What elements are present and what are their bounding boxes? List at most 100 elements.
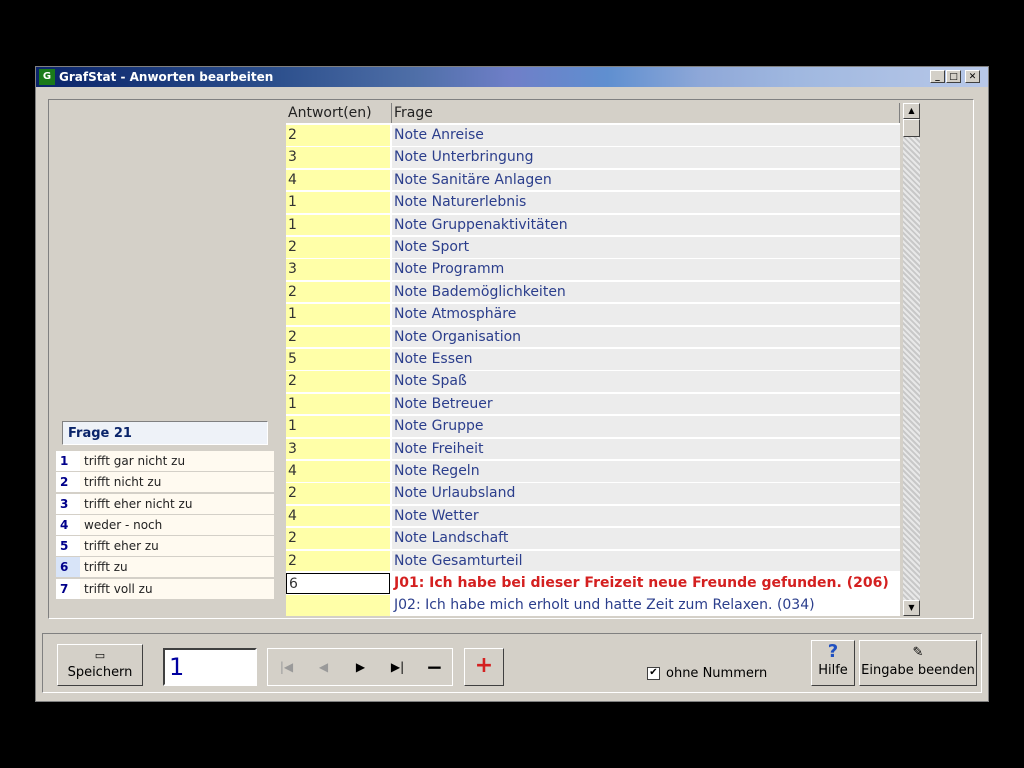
table-row[interactable]: 6 J01: Ich habe bei dieser Freizeit neue … bbox=[286, 573, 900, 595]
question-cell[interactable]: Note Bademöglichkeiten bbox=[392, 281, 900, 303]
vertical-scrollbar[interactable]: ▲ ▼ bbox=[903, 103, 920, 616]
add-record-button[interactable]: + bbox=[464, 648, 504, 686]
first-record-button[interactable]: |◀ bbox=[268, 649, 305, 685]
question-cell[interactable]: Note Freiheit bbox=[392, 438, 900, 460]
checkbox-icon[interactable]: ✔ bbox=[647, 667, 660, 680]
question-cell[interactable]: Note Atmosphäre bbox=[392, 304, 900, 325]
answer-cell[interactable]: 2 bbox=[286, 550, 390, 572]
answer-cell[interactable]: 1 bbox=[286, 304, 390, 325]
title-bar[interactable]: G GrafStat - Anworten bearbeiten _ □ ✕ bbox=[36, 67, 988, 87]
record-number-input[interactable]: 1 bbox=[163, 648, 257, 686]
question-cell[interactable]: Note Wetter bbox=[392, 505, 900, 527]
question-cell[interactable]: Note Urlaubsland bbox=[392, 483, 900, 504]
answer-cell[interactable]: 2 bbox=[286, 371, 390, 392]
maximize-button[interactable]: □ bbox=[946, 70, 961, 83]
last-record-button[interactable]: ▶| bbox=[379, 649, 416, 685]
question-cell[interactable]: Note Spaß bbox=[392, 371, 900, 392]
answer-cell[interactable]: 4 bbox=[286, 505, 390, 527]
scroll-down-icon[interactable]: ▼ bbox=[903, 600, 920, 616]
answer-cell[interactable] bbox=[286, 595, 390, 616]
finish-input-button[interactable]: ✎ Eingabe beenden bbox=[859, 640, 977, 686]
table-row[interactable]: 2 Note Sport bbox=[286, 237, 900, 259]
answer-option[interactable]: 1 trifft gar nicht zu bbox=[56, 451, 274, 471]
minimize-button[interactable]: _ bbox=[930, 70, 945, 83]
answer-cell[interactable]: 1 bbox=[286, 393, 390, 415]
question-cell[interactable]: J02: Ich habe mich erholt und hatte Zeit… bbox=[392, 595, 900, 616]
close-button[interactable]: ✕ bbox=[965, 70, 980, 83]
question-cell[interactable]: Note Betreuer bbox=[392, 393, 900, 415]
answer-cell[interactable]: 2 bbox=[286, 281, 390, 303]
next-record-button[interactable]: ▶ bbox=[342, 649, 379, 685]
table-row[interactable]: 4 Note Sanitäre Anlagen bbox=[286, 169, 900, 192]
table-row[interactable]: 3 Note Freiheit bbox=[286, 438, 900, 461]
question-cell[interactable]: Note Essen bbox=[392, 349, 900, 370]
header-question[interactable]: Frage bbox=[392, 103, 900, 123]
previous-record-button[interactable]: ◀ bbox=[305, 649, 342, 685]
answer-option[interactable]: 4 weder - noch bbox=[56, 514, 274, 535]
answer-option[interactable]: 5 trifft eher zu bbox=[56, 536, 274, 557]
delete-record-button[interactable]: − bbox=[416, 649, 453, 685]
table-row[interactable]: 2 Note Landschaft bbox=[286, 528, 900, 550]
answer-cell[interactable]: 1 bbox=[286, 192, 390, 213]
question-cell[interactable]: Note Unterbringung bbox=[392, 147, 900, 168]
answer-cell[interactable]: 2 bbox=[286, 237, 390, 258]
answer-cell[interactable]: 1 bbox=[286, 416, 390, 437]
answer-option[interactable]: 2 trifft nicht zu bbox=[56, 472, 274, 493]
answer-cell[interactable]: 2 bbox=[286, 326, 390, 348]
question-cell[interactable]: Note Gruppenaktivitäten bbox=[392, 214, 900, 236]
answer-cell[interactable]: 4 bbox=[286, 461, 390, 482]
table-row[interactable]: 2 Note Gesamturteil bbox=[286, 550, 900, 573]
table-row[interactable]: 2 Note Bademöglichkeiten bbox=[286, 281, 900, 304]
record-navigator: |◀ ◀ ▶ ▶| − bbox=[267, 648, 453, 686]
answer-option-label: trifft gar nicht zu bbox=[84, 454, 186, 468]
answers-grid[interactable]: Antwort(en) Frage 2 Note Anreise 3 Note Unt… bbox=[286, 103, 900, 616]
table-row[interactable]: 3 Note Programm bbox=[286, 259, 900, 281]
question-cell[interactable]: Note Programm bbox=[392, 259, 900, 280]
table-row[interactable]: 3 Note Unterbringung bbox=[286, 147, 900, 169]
table-row[interactable]: 4 Note Regeln bbox=[286, 461, 900, 483]
question-cell[interactable]: J01: Ich habe bei dieser Freizeit neue F… bbox=[392, 573, 900, 594]
table-row[interactable]: 2 Note Anreise bbox=[286, 125, 900, 147]
answer-cell[interactable]: 5 bbox=[286, 349, 390, 370]
question-cell[interactable]: Note Landschaft bbox=[392, 528, 900, 549]
table-row[interactable]: 1 Note Gruppenaktivitäten bbox=[286, 214, 900, 237]
question-cell[interactable]: Note Regeln bbox=[392, 461, 900, 482]
answer-option[interactable]: 3 trifft eher nicht zu bbox=[56, 493, 274, 514]
answer-cell[interactable]: 1 bbox=[286, 214, 390, 236]
help-button-label: Hilfe bbox=[818, 663, 848, 678]
answer-cell[interactable]: 3 bbox=[286, 147, 390, 168]
question-cell[interactable]: Note Gesamturteil bbox=[392, 550, 900, 572]
table-row[interactable]: J02: Ich habe mich erholt und hatte Zeit… bbox=[286, 595, 900, 616]
answer-cell[interactable]: 2 bbox=[286, 528, 390, 549]
answer-cell[interactable]: 6 bbox=[286, 573, 390, 594]
answer-cell[interactable]: 2 bbox=[286, 125, 390, 146]
answer-cell[interactable]: 4 bbox=[286, 169, 390, 191]
table-row[interactable]: 2 Note Spaß bbox=[286, 371, 900, 393]
question-cell[interactable]: Note Organisation bbox=[392, 326, 900, 348]
header-answers[interactable]: Antwort(en) bbox=[286, 103, 392, 123]
table-row[interactable]: 1 Note Atmosphäre bbox=[286, 304, 900, 326]
table-row[interactable]: 1 Note Naturerlebnis bbox=[286, 192, 900, 214]
table-row[interactable]: 2 Note Organisation bbox=[286, 326, 900, 349]
scroll-up-icon[interactable]: ▲ bbox=[903, 103, 920, 119]
table-row[interactable]: 1 Note Gruppe bbox=[286, 416, 900, 438]
question-cell[interactable]: Note Sport bbox=[392, 237, 900, 258]
answer-cell[interactable]: 3 bbox=[286, 438, 390, 460]
question-cell[interactable]: Note Gruppe bbox=[392, 416, 900, 437]
question-cell[interactable]: Note Sanitäre Anlagen bbox=[392, 169, 900, 191]
help-button[interactable]: ? Hilfe bbox=[811, 640, 855, 686]
question-cell[interactable]: Note Anreise bbox=[392, 125, 900, 146]
scroll-thumb[interactable] bbox=[903, 119, 920, 137]
table-row[interactable]: 4 Note Wetter bbox=[286, 505, 900, 528]
table-row[interactable]: 5 Note Essen bbox=[286, 349, 900, 371]
question-cell[interactable]: Note Naturerlebnis bbox=[392, 192, 900, 213]
checkbox-label: ohne Nummern bbox=[666, 666, 768, 681]
save-button[interactable]: ▭ Speichern bbox=[57, 644, 143, 686]
answer-cell[interactable]: 3 bbox=[286, 259, 390, 280]
answer-option[interactable]: 6 trifft zu bbox=[56, 557, 274, 578]
table-row[interactable]: 2 Note Urlaubsland bbox=[286, 483, 900, 505]
ohne-nummern-checkbox[interactable]: ✔ ohne Nummern bbox=[647, 666, 767, 681]
answer-option[interactable]: 7 trifft voll zu bbox=[56, 578, 274, 599]
table-row[interactable]: 1 Note Betreuer bbox=[286, 393, 900, 416]
answer-cell[interactable]: 2 bbox=[286, 483, 390, 504]
